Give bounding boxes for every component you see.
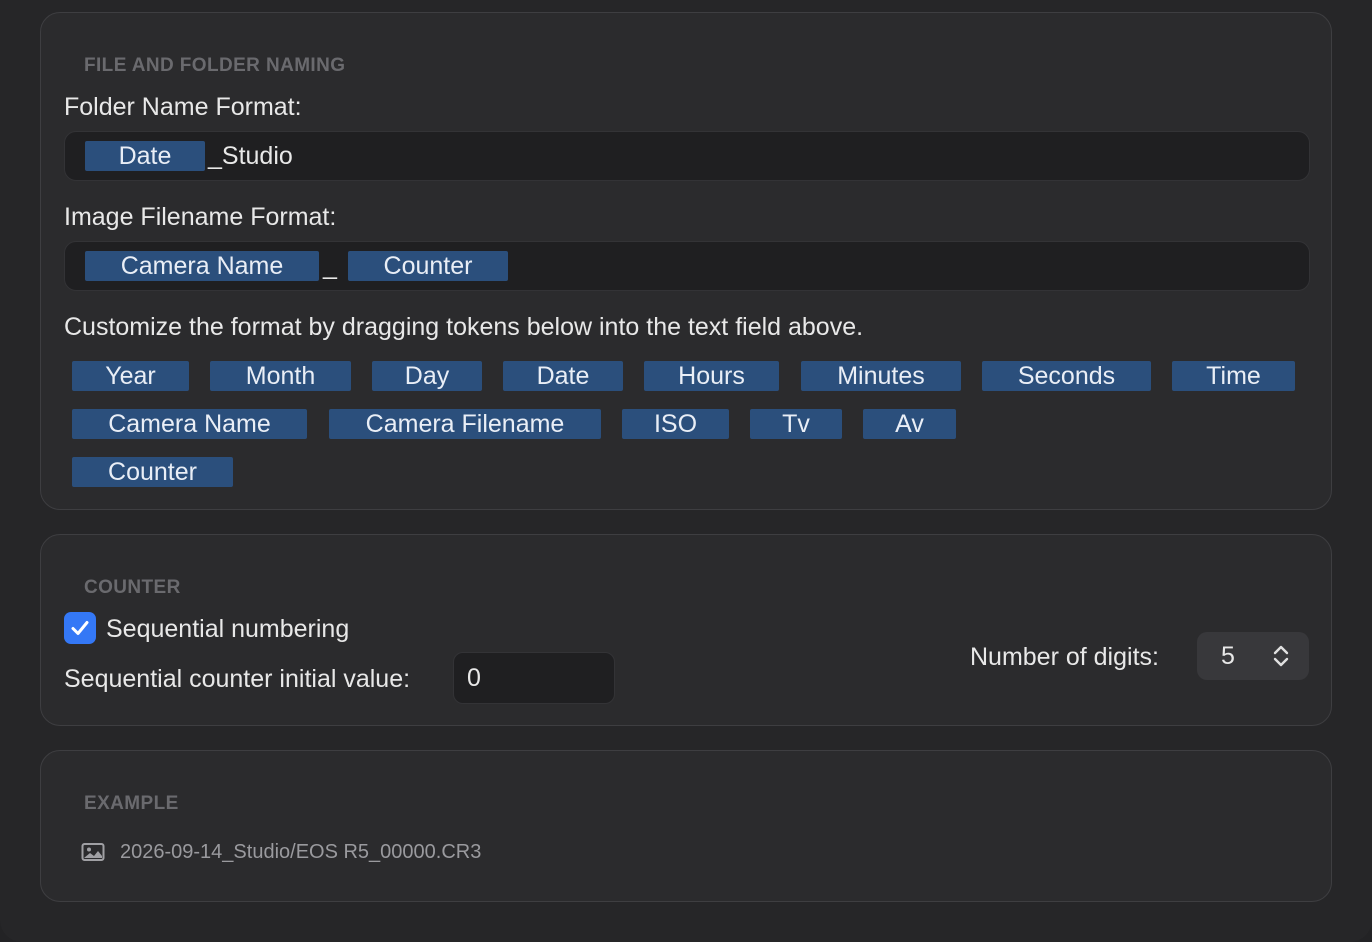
up-down-chevron-icon[interactable] (1271, 643, 1291, 669)
token-camera-name[interactable]: Camera Name (72, 409, 307, 439)
token-minutes[interactable]: Minutes (801, 361, 961, 391)
image-format-field[interactable]: Camera Name _ Counter (64, 241, 1310, 291)
token-hours[interactable]: Hours (644, 361, 779, 391)
token-av[interactable]: Av (863, 409, 956, 439)
token-camera-filename[interactable]: Camera Filename (329, 409, 601, 439)
image-format-label: Image Filename Format: (64, 203, 337, 231)
token-counter[interactable]: Counter (72, 457, 233, 487)
checkmark-icon (71, 621, 89, 635)
counter-section-title: COUNTER (84, 577, 181, 598)
token-month[interactable]: Month (210, 361, 351, 391)
example-path: 2026-09-14_Studio/EOS R5_00000.CR3 (120, 841, 482, 863)
example-row: 2026-09-14_Studio/EOS R5_00000.CR3 (81, 839, 1307, 865)
naming-section-title: FILE AND FOLDER NAMING (84, 55, 346, 76)
image-format-separator: _ (323, 252, 337, 280)
digits-label: Number of digits: (970, 643, 1159, 671)
token-iso[interactable]: ISO (622, 409, 729, 439)
digits-value: 5 (1221, 642, 1235, 670)
token-time[interactable]: Time (1172, 361, 1295, 391)
naming-panel: FILE AND FOLDER NAMING Folder Name Forma… (40, 12, 1332, 510)
folder-format-suffix: _Studio (208, 142, 293, 170)
token-day[interactable]: Day (372, 361, 482, 391)
example-section-title: EXAMPLE (84, 793, 179, 814)
folder-format-label: Folder Name Format: (64, 93, 302, 121)
folder-format-field[interactable]: Date _Studio (64, 131, 1310, 181)
folder-token-date[interactable]: Date (85, 141, 205, 171)
image-token-counter[interactable]: Counter (348, 251, 508, 281)
example-panel: EXAMPLE 2026-09-14_Studio/EOS R5_00000.C… (40, 750, 1332, 902)
token-date[interactable]: Date (503, 361, 623, 391)
image-token-camera-name[interactable]: Camera Name (85, 251, 319, 281)
sequential-numbering-checkbox[interactable] (64, 612, 96, 644)
token-hint: Customize the format by dragging tokens … (64, 313, 864, 341)
sequential-numbering-label: Sequential numbering (106, 615, 350, 643)
digits-stepper[interactable]: 5 (1197, 632, 1309, 680)
initial-value-label: Sequential counter initial value: (64, 665, 411, 693)
counter-panel: COUNTER Sequential numbering Sequential … (40, 534, 1332, 726)
initial-value-input[interactable]: 0 (453, 652, 615, 704)
token-tv[interactable]: Tv (750, 409, 842, 439)
token-year[interactable]: Year (72, 361, 189, 391)
token-seconds[interactable]: Seconds (982, 361, 1151, 391)
settings-window: FILE AND FOLDER NAMING Folder Name Forma… (0, 0, 1372, 942)
photo-icon (81, 843, 105, 861)
